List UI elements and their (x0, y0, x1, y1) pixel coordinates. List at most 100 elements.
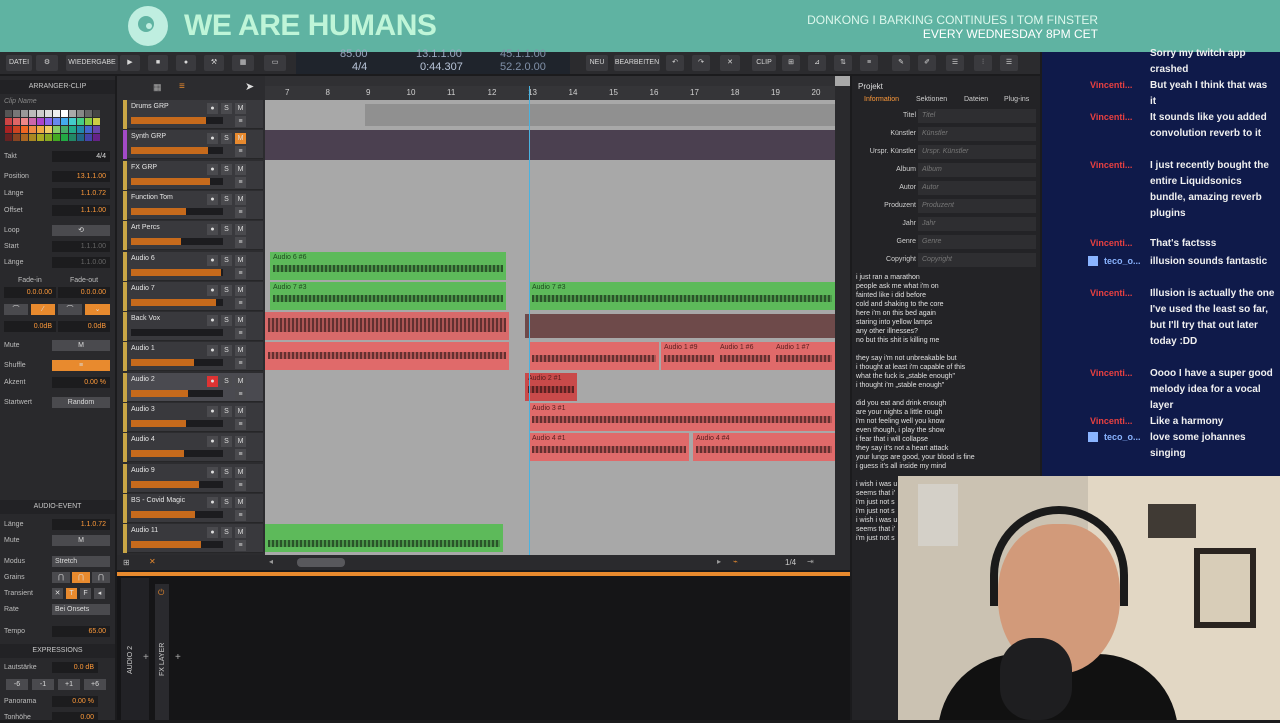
metadata-input[interactable]: Produzent (918, 199, 1036, 213)
color-swatch[interactable] (45, 134, 52, 141)
volume-fader[interactable] (131, 510, 223, 518)
track-name[interactable]: Drums GRP (131, 103, 169, 110)
track-name[interactable]: Back Vox (131, 315, 160, 322)
track-header[interactable]: Audio 6 ● S M ≡ (123, 251, 263, 281)
mute-button[interactable]: M (235, 284, 246, 296)
redo-icon[interactable]: ↷ (692, 55, 710, 71)
chat-username[interactable]: Vincenti... (1090, 368, 1132, 378)
track-name[interactable]: Audio 4 (131, 436, 155, 443)
track-header[interactable]: BS - Covid Magic ● S M ≡ (123, 493, 263, 523)
zoom-readout[interactable]: 1/4 (785, 558, 796, 567)
track-menu-icon[interactable]: ≡ (235, 419, 246, 430)
color-swatch[interactable] (45, 118, 52, 125)
solo-button[interactable]: S (221, 466, 232, 478)
track-menu-icon[interactable]: ≡ (235, 388, 246, 400)
track-name[interactable]: Audio 9 (131, 467, 155, 474)
color-swatch[interactable] (61, 110, 68, 117)
chat-username[interactable]: teco_o... (1104, 256, 1141, 266)
list-icon[interactable]: ☰ (946, 55, 964, 71)
split-icon[interactable]: ⇅ (834, 55, 852, 71)
solo-button[interactable]: S (221, 345, 232, 357)
color-swatch[interactable] (37, 110, 44, 117)
fade-curve-3-icon[interactable]: ⌒ (58, 304, 82, 315)
color-swatch[interactable] (53, 110, 60, 117)
consolidate-icon[interactable]: ⊿ (808, 55, 826, 71)
transient-arrow-icon[interactable]: ◂ (94, 588, 105, 599)
color-swatch[interactable] (5, 118, 12, 125)
solo-button[interactable]: S (221, 375, 232, 387)
color-swatch[interactable] (45, 110, 52, 117)
track-menu-icon[interactable]: ≡ (235, 358, 246, 370)
track-header[interactable]: Audio 3 ● S M ≡ (123, 403, 263, 432)
fade-curve-2-icon[interactable]: ⁄ (31, 304, 55, 315)
track-name[interactable]: Audio 6 (131, 255, 155, 262)
color-swatch[interactable] (69, 118, 76, 125)
step-minus6-button[interactable]: -6 (6, 679, 28, 690)
color-swatch[interactable] (45, 126, 52, 133)
volume-fader[interactable] (131, 298, 223, 306)
track-menu-icon[interactable]: ≡ (235, 479, 246, 491)
mute-button[interactable]: M (235, 466, 246, 478)
solo-button[interactable]: S (221, 406, 232, 417)
pointer-tool-icon[interactable]: ➤ (245, 80, 254, 93)
color-swatch[interactable] (77, 134, 84, 141)
solo-button[interactable]: S (221, 527, 232, 539)
track-menu-icon[interactable]: ≡ (235, 449, 246, 461)
time-readout[interactable]: 0:44.307 (420, 61, 463, 73)
track-header[interactable]: Function Tom ● S M ≡ (123, 190, 263, 220)
monitor-icon[interactable]: ● (207, 315, 218, 327)
color-swatch[interactable] (29, 134, 36, 141)
overdub-icon[interactable]: ▦ (232, 55, 254, 71)
fadeout-value[interactable]: 0.0.0.00 (58, 287, 110, 298)
settings-icon[interactable]: ⚙ (36, 55, 58, 71)
audio-clip[interactable]: Audio 4 #4 (693, 433, 835, 462)
color-swatch[interactable] (61, 134, 68, 141)
chat-username[interactable]: Vincenti... (1090, 288, 1132, 298)
audio-clip[interactable]: Audio 3 #1 (529, 403, 835, 431)
position-readout[interactable]: 13.1.1.00 (416, 48, 462, 60)
solo-button[interactable]: S (221, 254, 232, 266)
timeline-overview[interactable] (265, 76, 835, 86)
mixer-icon[interactable]: ⫶ (974, 55, 992, 71)
chat-username[interactable]: teco_o... (1104, 432, 1141, 442)
color-palette[interactable] (5, 110, 101, 144)
panorama-value[interactable]: 0.00 % (52, 696, 98, 707)
grid-icon[interactable]: ▦ (153, 82, 162, 93)
mute-button[interactable]: M (235, 193, 246, 205)
volume-fader[interactable] (131, 541, 223, 549)
volume-fader[interactable] (131, 238, 223, 246)
monitor-icon[interactable]: ● (207, 224, 218, 236)
loop-laenge-value[interactable]: 1.1.0.00 (52, 257, 110, 268)
metadata-input[interactable]: Künstler (918, 127, 1036, 141)
monitor-icon[interactable]: ● (207, 103, 218, 114)
takt-value[interactable]: 4/4 (52, 151, 110, 162)
solo-button[interactable]: S (221, 284, 232, 296)
color-swatch[interactable] (13, 126, 20, 133)
record-icon[interactable]: ● (176, 55, 196, 71)
color-swatch[interactable] (61, 118, 68, 125)
grains-3-icon[interactable]: ⋂ (92, 572, 110, 583)
loop-length-readout[interactable]: 52.2.0.00 (500, 61, 546, 73)
mute-button[interactable]: M (235, 345, 246, 357)
volume-fader[interactable] (131, 420, 223, 427)
monitor-icon[interactable]: ● (207, 345, 218, 357)
color-swatch[interactable] (13, 118, 20, 125)
color-swatch[interactable] (37, 126, 44, 133)
add-fx-icon[interactable]: + (175, 652, 181, 663)
color-swatch[interactable] (69, 110, 76, 117)
metadata-input[interactable]: Genre (918, 235, 1036, 249)
metadata-input[interactable]: Jahr (918, 217, 1036, 231)
play-icon[interactable]: ▶ (120, 55, 140, 71)
color-swatch[interactable] (77, 126, 84, 133)
chat-username[interactable]: Vincenti... (1090, 416, 1132, 426)
track-header[interactable]: Audio 2 ● S M ≡ (123, 372, 263, 402)
step-minus1-button[interactable]: -1 (32, 679, 54, 690)
color-swatch[interactable] (77, 110, 84, 117)
volume-fader[interactable] (131, 207, 223, 215)
pencil-icon[interactable]: ✐ (918, 55, 936, 71)
akzent-value[interactable]: 0.00 % (52, 377, 110, 388)
color-swatch[interactable] (37, 118, 44, 125)
color-swatch[interactable] (93, 134, 100, 141)
solo-button[interactable]: S (221, 163, 232, 175)
monitor-icon[interactable]: ● (207, 527, 218, 539)
